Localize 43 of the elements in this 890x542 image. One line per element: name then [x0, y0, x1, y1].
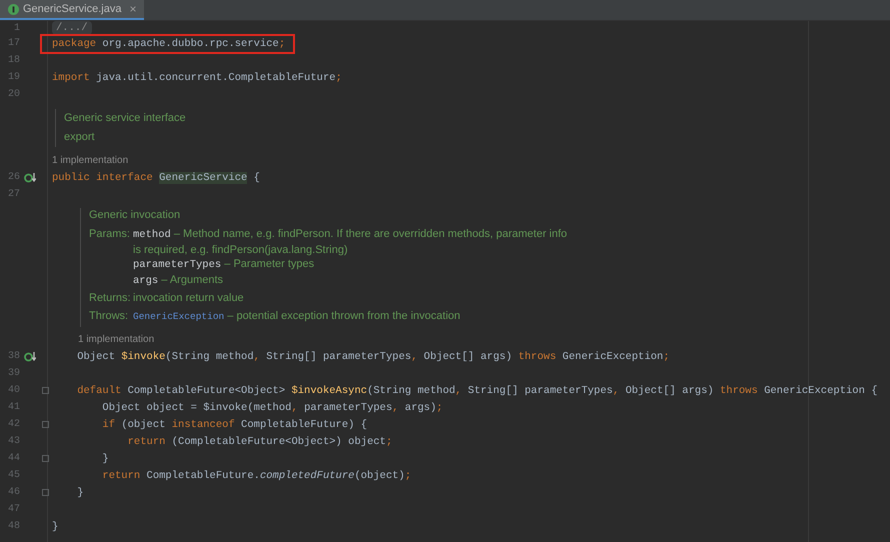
fold-marker-icon[interactable]: [42, 387, 49, 394]
fold-marker-icon[interactable]: [42, 421, 49, 428]
doc-comment: Generic service interface export: [55, 109, 890, 147]
interface-icon: [8, 4, 19, 14]
code-line: return CompletableFuture.completedFuture(object);: [101, 468, 412, 482]
line-number: 1: [12, 22, 20, 36]
line-number: 48: [6, 520, 20, 534]
line-number: 45: [6, 469, 20, 483]
folded-code[interactable]: /.../: [52, 21, 92, 35]
code-line: public interface GenericService {: [52, 170, 260, 184]
line-number: 19: [6, 71, 20, 85]
code-line: default CompletableFuture<Object> $invokeAsync(String method, String[] parameterTypes, Object[] args) throws GenericException {: [76, 384, 878, 398]
line-number: 27: [6, 188, 20, 202]
line-number: 38: [6, 350, 20, 364]
fold-marker-icon[interactable]: [42, 489, 49, 496]
code-line: }: [52, 520, 58, 534]
code-line: }: [101, 452, 109, 466]
doc-comment: Generic invocation Params: method – Method name, e.g. findPerson. If there are overridden methods, parameter info is required, e.g. findPerson(java.lang.String) parameterTypes – Parameter types args – Arguments Returns: invocation return value Throws: GenericException – potential exception thrown from the invocation: [80, 208, 890, 327]
line-number: 20: [6, 88, 20, 102]
file-tab[interactable]: GenericService.java ×: [0, 0, 144, 20]
line-number: 47: [6, 503, 20, 517]
line-number: 41: [6, 401, 20, 415]
code-line: import java.util.concurrent.CompletableFuture;: [52, 70, 342, 84]
line-number: 17: [6, 37, 20, 51]
fold-marker-icon[interactable]: [42, 455, 49, 462]
line-number: 44: [6, 452, 20, 466]
implemented-marker-icon[interactable]: [24, 350, 36, 362]
close-button[interactable]: ×: [129, 3, 136, 15]
implemented-marker-icon[interactable]: [24, 172, 36, 184]
code-line: if (object instanceof CompletableFuture) {: [101, 418, 368, 432]
line-number: 42: [6, 418, 20, 432]
usage-hint[interactable]: 1 implementation: [78, 332, 154, 347]
line-number: 18: [6, 54, 20, 68]
usage-hint[interactable]: 1 implementation: [52, 153, 128, 168]
line-number: 39: [6, 367, 20, 381]
line-number: 43: [6, 435, 20, 449]
line-number: 40: [6, 384, 20, 398]
code-line: return (CompletableFuture<Object>) object;: [126, 434, 392, 448]
line-number: 26: [6, 171, 20, 185]
code-line: Object $invoke(String method, String[] parameterTypes, Object[] args) throws GenericException;: [76, 350, 670, 364]
line-number: 46: [6, 486, 20, 500]
code-line: Object object = $invoke(method, parameterTypes, args);: [101, 400, 443, 414]
code-line: }: [76, 486, 84, 500]
